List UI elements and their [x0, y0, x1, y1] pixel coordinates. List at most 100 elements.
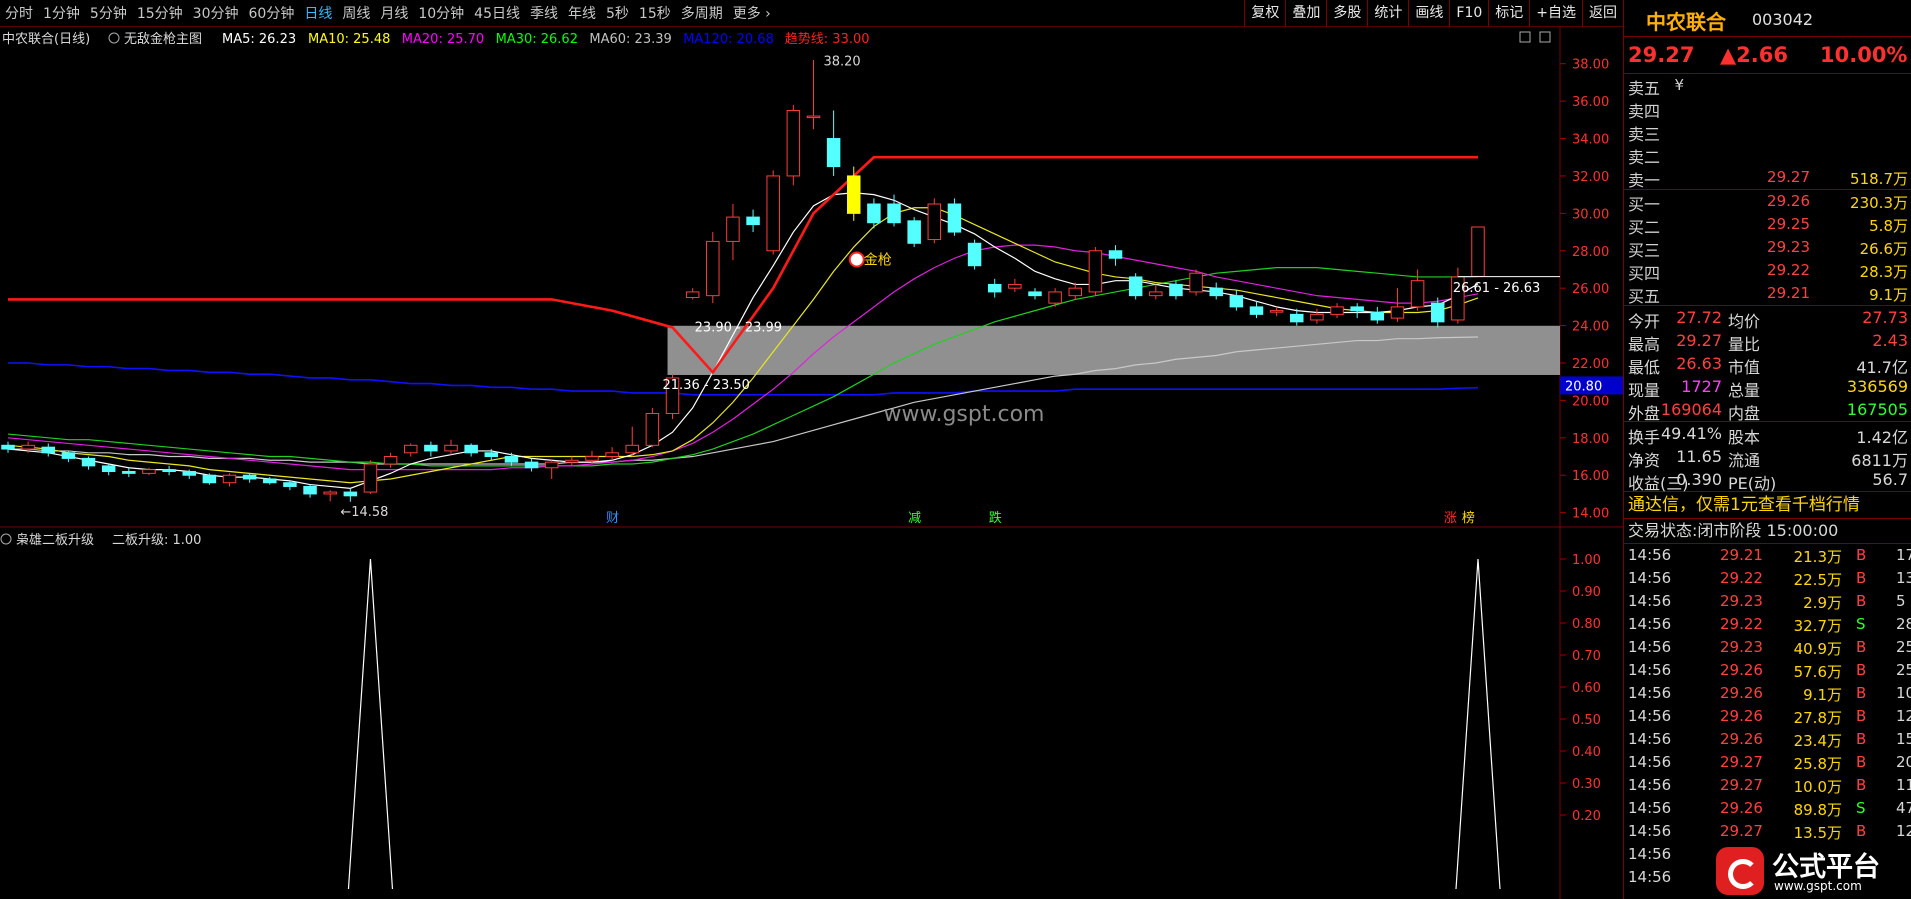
candle-body — [101, 465, 116, 472]
candle-body — [1008, 283, 1022, 289]
period-tab-0[interactable]: 分时 — [0, 3, 38, 23]
tick-cell: 14:56 — [1628, 753, 1672, 771]
tick-list[interactable]: 14:5629.2121.3万B1714:5629.2222.5万B1314:5… — [1624, 544, 1911, 889]
stock-code: 003042 — [1752, 10, 1814, 29]
bid-price: 29.22 — [1767, 261, 1810, 279]
period-tab-8[interactable]: 月线 — [375, 3, 413, 23]
bid-row-4[interactable]: 买五 29.21 9.1万 — [1624, 282, 1911, 306]
period-tab-12[interactable]: 年线 — [563, 3, 601, 23]
period-tab-11[interactable]: 季线 — [525, 3, 563, 23]
period-tab-13[interactable]: 5秒 — [601, 3, 634, 23]
stat-row-1: 最高 29.27 量比 2.43 — [1624, 329, 1911, 354]
period-tab-6[interactable]: 日线 — [299, 3, 337, 23]
tick-row: 14:56 29.27 25.8万 B 20 — [1624, 751, 1911, 774]
price-tick-label: 22.00 — [1572, 357, 1609, 372]
bid-volume: 5.8万 — [1869, 217, 1908, 235]
tick-row: 14:56 29.21 21.3万 B 17 — [1624, 544, 1911, 567]
ma-legend-5: MA120: 20.68 — [683, 32, 774, 47]
tick-cell: 14:56 — [1628, 684, 1672, 702]
tick-cell: 14:56 — [1628, 730, 1672, 748]
notice-banner[interactable]: 通达信，仅需1元查看千档行情 — [1624, 491, 1911, 519]
bid-volume: 28.3万 — [1859, 263, 1908, 281]
tick-cell: 29.26 — [1720, 684, 1763, 702]
ask-row-2[interactable]: 卖三 — [1624, 120, 1911, 144]
tick-cell: 11 — [1896, 776, 1911, 794]
gspt-logo: 公式平台 www.gspt.com — [1710, 843, 1911, 899]
period-tab-1[interactable]: 1分钟 — [38, 3, 85, 23]
tool-button-3[interactable]: 统计 — [1367, 0, 1408, 26]
tool-button-1[interactable]: 叠加 — [1285, 0, 1326, 26]
sub-tick-label: 0.70 — [1572, 649, 1601, 664]
tick-cell: 17 — [1896, 546, 1911, 564]
tick-cell: B — [1856, 592, 1867, 610]
period-tab-5[interactable]: 60分钟 — [244, 3, 300, 23]
ask-row-3[interactable]: 卖二 — [1624, 143, 1911, 167]
bid-row-2[interactable]: 买三 29.23 26.6万 — [1624, 236, 1911, 260]
period-tab-3[interactable]: 15分钟 — [132, 3, 188, 23]
candle-body — [1390, 306, 1405, 319]
kline-chart[interactable]: 38.00 36.00 34.00 32.00 30.00 28.00 26.00 24.00… — [0, 27, 1623, 899]
tick-cell: 12 — [1896, 822, 1911, 840]
tick-cell: 28 — [1896, 615, 1911, 633]
candle-body — [263, 478, 277, 484]
tick-cell: 27.8万 — [1793, 709, 1842, 727]
period-tab-9[interactable]: 10分钟 — [413, 3, 469, 23]
right-range-label: 26.61 - 26.63 — [1453, 281, 1540, 296]
sub-tick-label: 0.90 — [1572, 585, 1601, 600]
tick-cell: 29.21 — [1720, 546, 1763, 564]
tick-cell: 29.26 — [1720, 730, 1763, 748]
candle-body — [907, 220, 921, 244]
bid-row-1[interactable]: 买二 29.25 5.8万 — [1624, 213, 1911, 237]
bid-label: 买一 — [1628, 195, 1661, 214]
bid-row-0[interactable]: 买一 29.26 230.3万 — [1624, 190, 1911, 214]
period-tab-15[interactable]: 多周期 — [676, 3, 728, 23]
price-tick-label: 28.00 — [1572, 245, 1609, 260]
period-tab-7[interactable]: 周线 — [337, 3, 375, 23]
period-tab-10[interactable]: 45日线 — [469, 3, 525, 23]
candle-body — [1108, 250, 1123, 259]
price-tick-label: 34.00 — [1572, 133, 1609, 148]
tick-cell: 14:56 — [1628, 546, 1672, 564]
price-change-pct: 10.00% — [1820, 43, 1908, 67]
tool-button-7[interactable]: +自选 — [1529, 0, 1582, 26]
period-tab-4[interactable]: 30分钟 — [188, 3, 244, 23]
tick-cell: 20 — [1896, 753, 1911, 771]
candle-body — [383, 456, 398, 465]
tick-cell: 29.23 — [1720, 592, 1763, 610]
ask-volume: 518.7万 — [1850, 170, 1908, 188]
tick-cell: 29.27 — [1720, 753, 1763, 771]
candle-body — [565, 459, 579, 463]
tool-button-5[interactable]: F10 — [1449, 0, 1488, 26]
ask-row-0[interactable]: 卖五 ¥ — [1624, 74, 1911, 98]
ask-label: 卖四 — [1628, 102, 1661, 121]
marker-zhang: 涨 — [1444, 511, 1457, 526]
candle-body — [142, 469, 156, 474]
ask-row-1[interactable]: 卖四 — [1624, 97, 1911, 121]
bid-row-3[interactable]: 买四 29.22 28.3万 — [1624, 259, 1911, 283]
tick-cell: 29.27 — [1720, 822, 1763, 840]
tick-cell: B — [1856, 569, 1867, 587]
sub-toggle-icon — [0, 533, 12, 545]
tick-row: 14:56 29.26 27.8万 B 12 — [1624, 705, 1911, 728]
tool-button-6[interactable]: 标记 — [1488, 0, 1529, 26]
tick-row: 14:56 29.22 32.7万 S 28 — [1624, 613, 1911, 636]
candle-body — [464, 444, 478, 454]
tick-cell: 14:56 — [1628, 868, 1672, 886]
ask-row-4[interactable]: 卖一 29.27 518.7万 — [1624, 166, 1911, 190]
period-tab-16[interactable]: 更多 › — [728, 3, 776, 23]
signal-label: 金枪 — [864, 252, 892, 269]
period-tab-14[interactable]: 15秒 — [634, 3, 676, 23]
tick-row: 14:56 29.23 2.9万 B 5 — [1624, 590, 1911, 613]
tool-button-4[interactable]: 画线 — [1408, 0, 1449, 26]
tool-button-2[interactable]: 多股 — [1326, 0, 1367, 26]
price-tick-label: 14.00 — [1572, 507, 1609, 522]
stat-row-5: 换手 49.41% 股本 1.42亿 — [1624, 421, 1911, 447]
tick-cell: 2.9万 — [1803, 594, 1842, 612]
period-tabs: 分时 1分钟 5分钟 15分钟 30分钟 60分钟 日线 周线 月线 10分钟 45日线 季线 年线 5秒… — [0, 0, 776, 26]
tool-button-8[interactable]: 返回 — [1582, 0, 1623, 26]
candle-body — [645, 413, 660, 446]
period-tab-2[interactable]: 5分钟 — [85, 3, 132, 23]
candle-body — [1, 444, 15, 450]
tool-button-0[interactable]: 复权 — [1244, 0, 1285, 26]
candle-body — [746, 216, 760, 226]
